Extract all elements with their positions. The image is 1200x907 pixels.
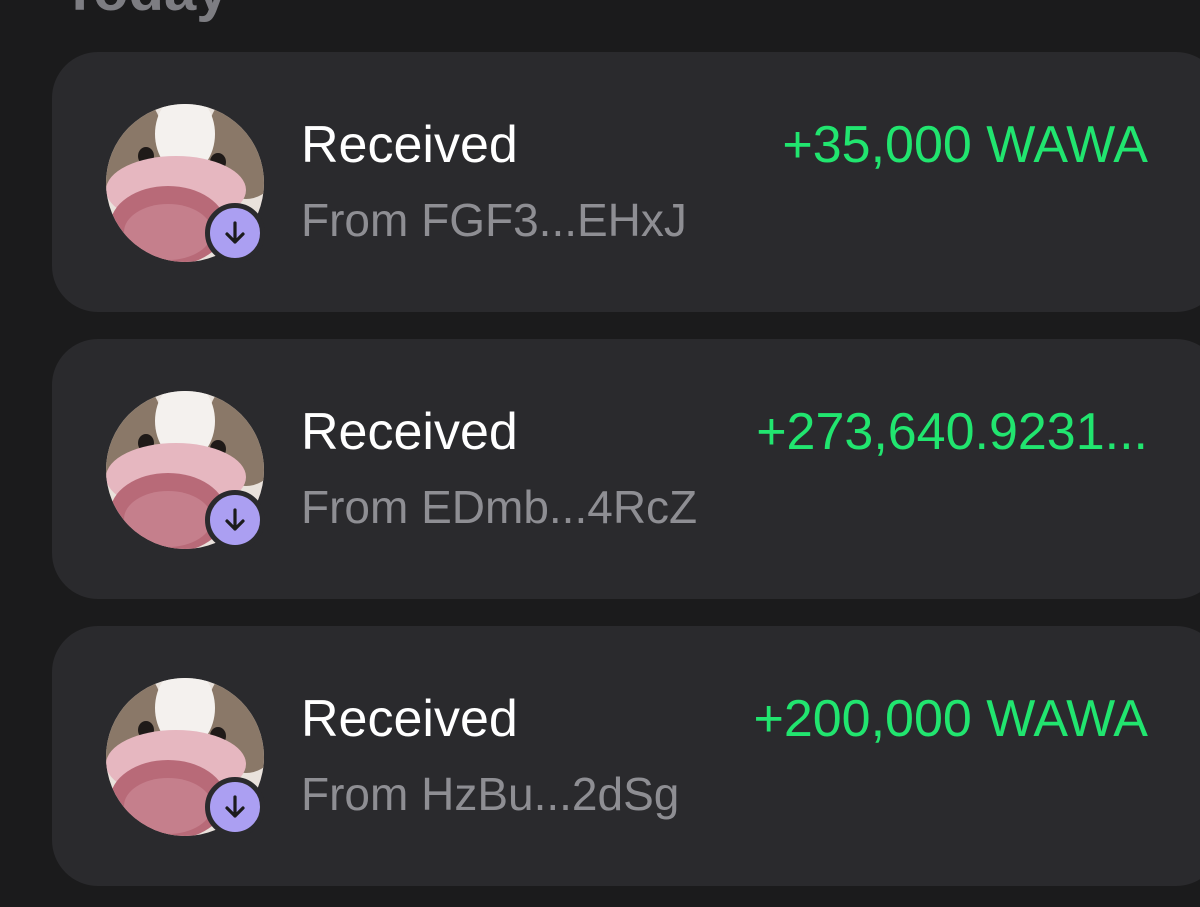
activity-screen: Today [0, 0, 1200, 907]
token-avatar [106, 678, 265, 837]
received-badge [205, 777, 265, 837]
transaction-amount: +200,000 WAWA [753, 690, 1148, 748]
transaction-title: Received [301, 116, 518, 174]
transaction-sender: From HzBu...2dSg [301, 768, 680, 820]
transaction-sender: From FGF3...EHxJ [301, 194, 687, 246]
transaction-list: Received From FGF3...EHxJ +35,000 WAWA R… [52, 52, 1200, 907]
transaction-sender: From EDmb...4RcZ [301, 481, 698, 533]
arrow-down-icon [221, 219, 249, 247]
arrow-down-icon [221, 506, 249, 534]
section-title-today: Today [62, 0, 229, 26]
token-avatar [106, 104, 265, 263]
transaction-item[interactable]: Received From FGF3...EHxJ +35,000 WAWA [52, 52, 1200, 312]
transaction-item[interactable]: Received From EDmb...4RcZ +273,640.9231.… [52, 339, 1200, 599]
token-avatar [106, 391, 265, 550]
transaction-title: Received [301, 403, 518, 461]
transaction-title: Received [301, 690, 518, 748]
received-badge [205, 490, 265, 550]
arrow-down-icon [221, 793, 249, 821]
transaction-item[interactable]: Received From HzBu...2dSg +200,000 WAWA [52, 626, 1200, 886]
transaction-amount: +35,000 WAWA [782, 116, 1148, 174]
transaction-amount: +273,640.9231... [756, 403, 1148, 461]
received-badge [205, 203, 265, 263]
